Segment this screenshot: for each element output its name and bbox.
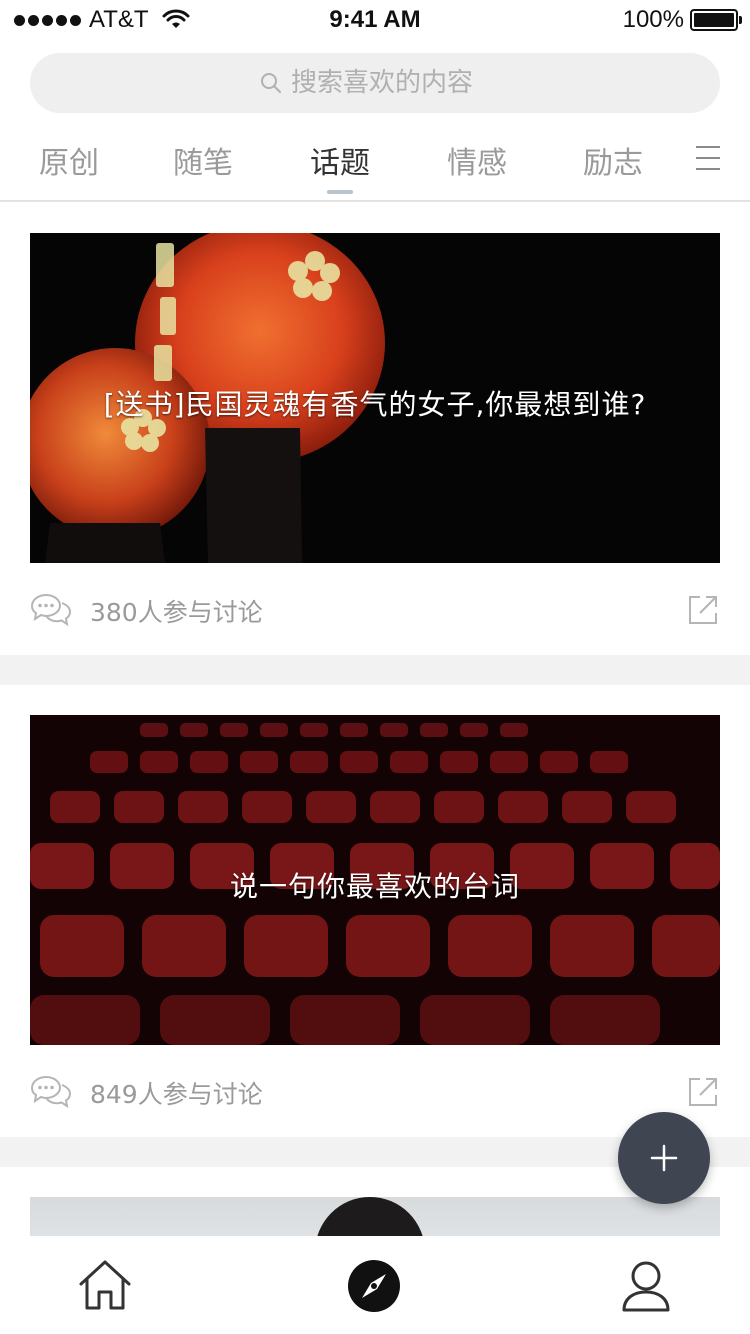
category-tabs: 原创 随笔 话题 情感 励志 bbox=[0, 130, 750, 202]
card-title: [送书]民国灵魂有香气的女子,你最想到谁? bbox=[103, 388, 647, 421]
plus-icon bbox=[650, 1144, 678, 1172]
user-icon[interactable] bbox=[618, 1258, 674, 1314]
bottom-nav bbox=[0, 1236, 750, 1334]
tab-topic[interactable]: 话题 bbox=[285, 138, 395, 194]
topic-card[interactable]: 说一句你最喜欢的台词 849人参与讨论 bbox=[30, 715, 720, 1137]
compass-icon[interactable] bbox=[346, 1258, 402, 1314]
person-photo bbox=[315, 1197, 425, 1237]
home-icon[interactable] bbox=[77, 1258, 133, 1314]
tab-original[interactable]: 原创 bbox=[14, 138, 124, 182]
tab-label: 随笔 bbox=[173, 146, 233, 181]
topic-card[interactable]: [送书]民国灵魂有香气的女子,你最想到谁? 380人参与讨论 bbox=[30, 233, 720, 655]
card-footer: 380人参与讨论 bbox=[30, 563, 720, 655]
section-divider bbox=[0, 655, 750, 685]
search-icon bbox=[261, 73, 281, 93]
card-title: 说一句你最喜欢的台词 bbox=[229, 870, 520, 903]
card-image[interactable] bbox=[30, 1197, 720, 1237]
tab-label: 情感 bbox=[447, 146, 507, 181]
tab-essay[interactable]: 随笔 bbox=[148, 138, 258, 182]
active-tab-indicator bbox=[327, 190, 353, 194]
topic-card[interactable] bbox=[30, 1197, 720, 1237]
share-icon[interactable] bbox=[686, 1075, 720, 1109]
battery-percent: 100% bbox=[622, 6, 684, 33]
tab-inspiration[interactable]: 励志 bbox=[558, 138, 668, 182]
card-image[interactable]: 说一句你最喜欢的台词 bbox=[30, 715, 720, 1045]
share-icon[interactable] bbox=[686, 593, 720, 627]
menu-icon[interactable] bbox=[696, 146, 720, 172]
create-topic-button[interactable] bbox=[618, 1112, 710, 1204]
search-bar[interactable] bbox=[30, 53, 720, 113]
search-input[interactable] bbox=[291, 68, 491, 98]
card-footer: 849人参与讨论 bbox=[30, 1045, 720, 1137]
comment-icon[interactable] bbox=[30, 593, 72, 627]
tab-label: 原创 bbox=[39, 146, 99, 181]
participant-count: 849人参与讨论 bbox=[90, 1080, 263, 1109]
card-image[interactable]: [送书]民国灵魂有香气的女子,你最想到谁? bbox=[30, 233, 720, 563]
status-bar: AT&T 9:41 AM 100% bbox=[0, 0, 750, 40]
tab-label: 励志 bbox=[583, 146, 643, 181]
comment-icon[interactable] bbox=[30, 1075, 72, 1109]
battery-icon bbox=[690, 9, 742, 31]
tab-emotion[interactable]: 情感 bbox=[422, 138, 532, 182]
participant-count: 380人参与讨论 bbox=[90, 598, 263, 627]
status-right: 100% bbox=[622, 6, 742, 34]
tab-label: 话题 bbox=[310, 146, 370, 181]
